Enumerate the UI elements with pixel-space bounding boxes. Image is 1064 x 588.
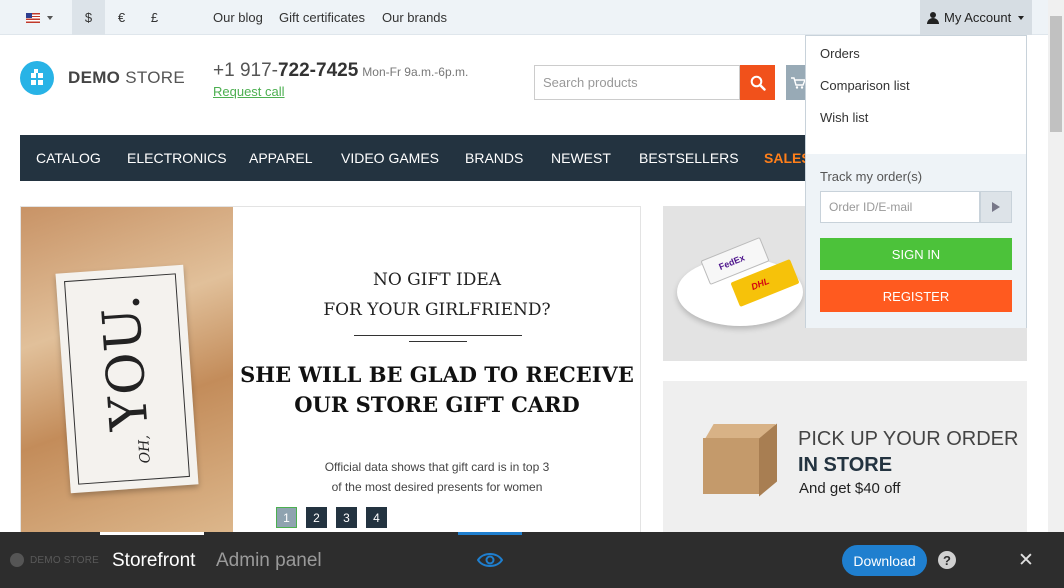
phone-number: +1 917-722-7425 Mon-Fr 9a.m.-6p.m. xyxy=(213,60,469,81)
flag-us-icon xyxy=(26,12,40,23)
promo-pickup[interactable]: PICK UP YOUR ORDER IN STORE And get $40 … xyxy=(663,381,1027,536)
sign-in-button[interactable]: SIGN IN xyxy=(820,238,1012,270)
menu-item-wish-list[interactable]: Wish list xyxy=(820,110,868,125)
hero-banner[interactable]: OH,YOU. NO GIFT IDEA FOR YOUR GIRLFRIEND… xyxy=(20,206,641,536)
nav-apparel[interactable]: APPAREL xyxy=(249,135,313,181)
currency-eur[interactable]: € xyxy=(105,0,138,35)
link-gift-certificates[interactable]: Gift certificates xyxy=(279,0,365,35)
register-button[interactable]: REGISTER xyxy=(820,280,1012,312)
nav-sales[interactable]: SALES xyxy=(764,135,806,181)
demo-bar: DEMO STORE Storefront Admin panel Downlo… xyxy=(0,532,1064,588)
nav-video-games[interactable]: VIDEO GAMES xyxy=(341,135,439,181)
track-submit-button[interactable] xyxy=(980,191,1012,223)
divider xyxy=(409,341,467,342)
my-account-label: My Account xyxy=(944,10,1012,25)
search-input[interactable] xyxy=(534,65,740,100)
page-dot[interactable]: 2 xyxy=(306,507,327,528)
scrollbar-thumb[interactable] xyxy=(1050,16,1062,132)
banner-headline: SHE WILL BE GLAD TO RECEIVE OUR STORE GI… xyxy=(240,362,634,417)
download-button[interactable]: Download xyxy=(842,545,927,576)
logo-text: DEMO STORE xyxy=(68,68,185,87)
tab-admin-panel[interactable]: Admin panel xyxy=(216,550,322,572)
active-tab-indicator xyxy=(100,532,204,535)
top-bar: $ € £ Our blog Gift certificates Our bra… xyxy=(0,0,1048,35)
close-icon[interactable]: ✕ xyxy=(1018,549,1034,572)
language-selector[interactable] xyxy=(18,0,72,35)
logo-icon xyxy=(20,61,54,95)
page-scrollbar[interactable] xyxy=(1048,0,1064,532)
nav-electronics[interactable]: ELECTRONICS xyxy=(127,135,227,181)
chevron-down-icon xyxy=(1018,15,1025,20)
page-dot[interactable]: 3 xyxy=(336,507,357,528)
banner-subtext: Official data shows that gift card is in… xyxy=(324,460,550,494)
pickup-line3: And get $40 off xyxy=(799,480,901,497)
nav-newest[interactable]: NEWEST xyxy=(551,135,611,181)
banner-pagination: 1 2 3 4 xyxy=(276,507,387,528)
track-order-section: Track my order(s) SIGN IN REGISTER xyxy=(806,154,1026,328)
chevron-down-icon xyxy=(47,15,53,20)
pickup-line1: PICK UP YOUR ORDER xyxy=(798,428,1019,450)
tab-storefront[interactable]: Storefront xyxy=(112,550,195,572)
store-logo[interactable]: DEMO STORE xyxy=(20,61,185,95)
gift-card-image: OH,YOU. xyxy=(21,207,233,535)
pickup-line2: IN STORE xyxy=(798,454,893,476)
menu-item-orders[interactable]: Orders xyxy=(820,46,860,61)
play-arrow-icon xyxy=(992,202,1000,212)
search-icon xyxy=(750,75,766,91)
link-our-blog[interactable]: Our blog xyxy=(213,0,263,35)
page-dot[interactable]: 4 xyxy=(366,507,387,528)
nav-bestsellers[interactable]: BESTSELLERS xyxy=(639,135,739,181)
nav-catalog[interactable]: CATALOG xyxy=(36,135,101,181)
track-order-label: Track my order(s) xyxy=(820,169,923,184)
divider xyxy=(354,335,522,336)
currency-usd[interactable]: $ xyxy=(72,0,105,35)
menu-item-comparison-list[interactable]: Comparison list xyxy=(820,78,910,93)
preview-indicator xyxy=(458,532,522,535)
currency-gbp[interactable]: £ xyxy=(138,0,171,35)
main-nav: CATALOG ELECTRONICS APPAREL VIDEO GAMES … xyxy=(20,135,806,181)
demo-logo: DEMO STORE xyxy=(10,553,99,567)
nav-brands[interactable]: BRANDS xyxy=(465,135,523,181)
banner-question: NO GIFT IDEA FOR YOUR GIRLFRIEND? xyxy=(323,270,551,320)
link-our-brands[interactable]: Our brands xyxy=(382,0,447,35)
account-dropdown: Orders Comparison list Wish list Track m… xyxy=(805,35,1027,328)
business-hours: Mon-Fr 9a.m.-6p.m. xyxy=(362,65,469,79)
my-account-button[interactable]: My Account xyxy=(920,0,1032,35)
cart-icon xyxy=(791,76,805,89)
eye-icon[interactable] xyxy=(477,551,503,569)
user-icon xyxy=(927,11,939,24)
page-dot[interactable]: 1 xyxy=(276,507,297,528)
search-button[interactable] xyxy=(740,65,775,100)
request-call-link[interactable]: Request call xyxy=(213,84,285,99)
help-icon[interactable]: ? xyxy=(938,551,956,569)
order-id-input[interactable] xyxy=(820,191,980,223)
